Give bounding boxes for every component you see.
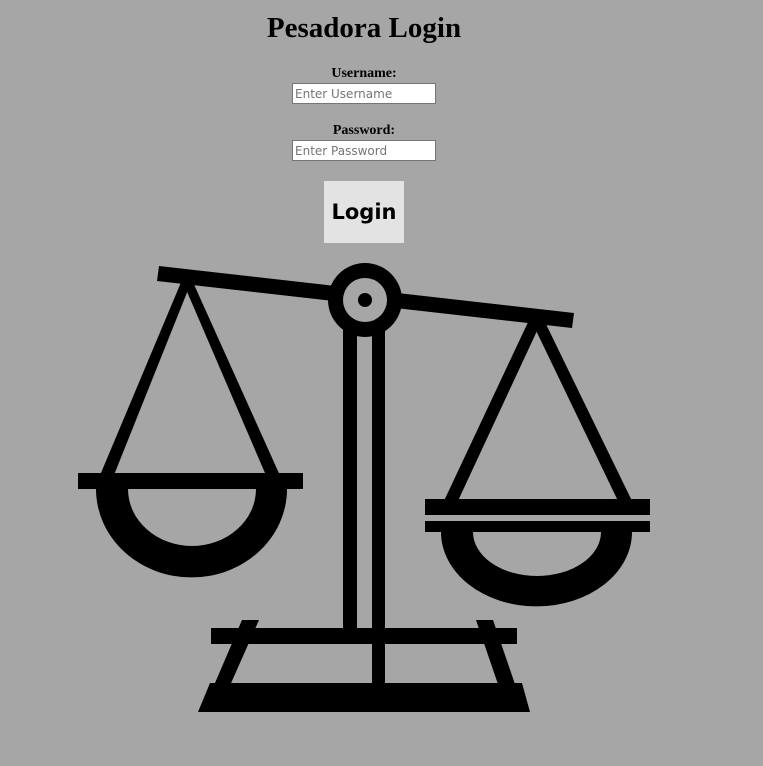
username-label: Username: xyxy=(331,66,397,81)
login-page: Pesadora Login Username: Password: Login xyxy=(0,0,763,766)
password-input[interactable] xyxy=(292,140,436,161)
page-title: Pesadora Login xyxy=(266,12,462,44)
password-label: Password: xyxy=(332,123,396,138)
balance-scale-icon xyxy=(78,263,650,712)
username-input[interactable] xyxy=(292,83,436,104)
login-button[interactable]: Login xyxy=(324,181,404,243)
